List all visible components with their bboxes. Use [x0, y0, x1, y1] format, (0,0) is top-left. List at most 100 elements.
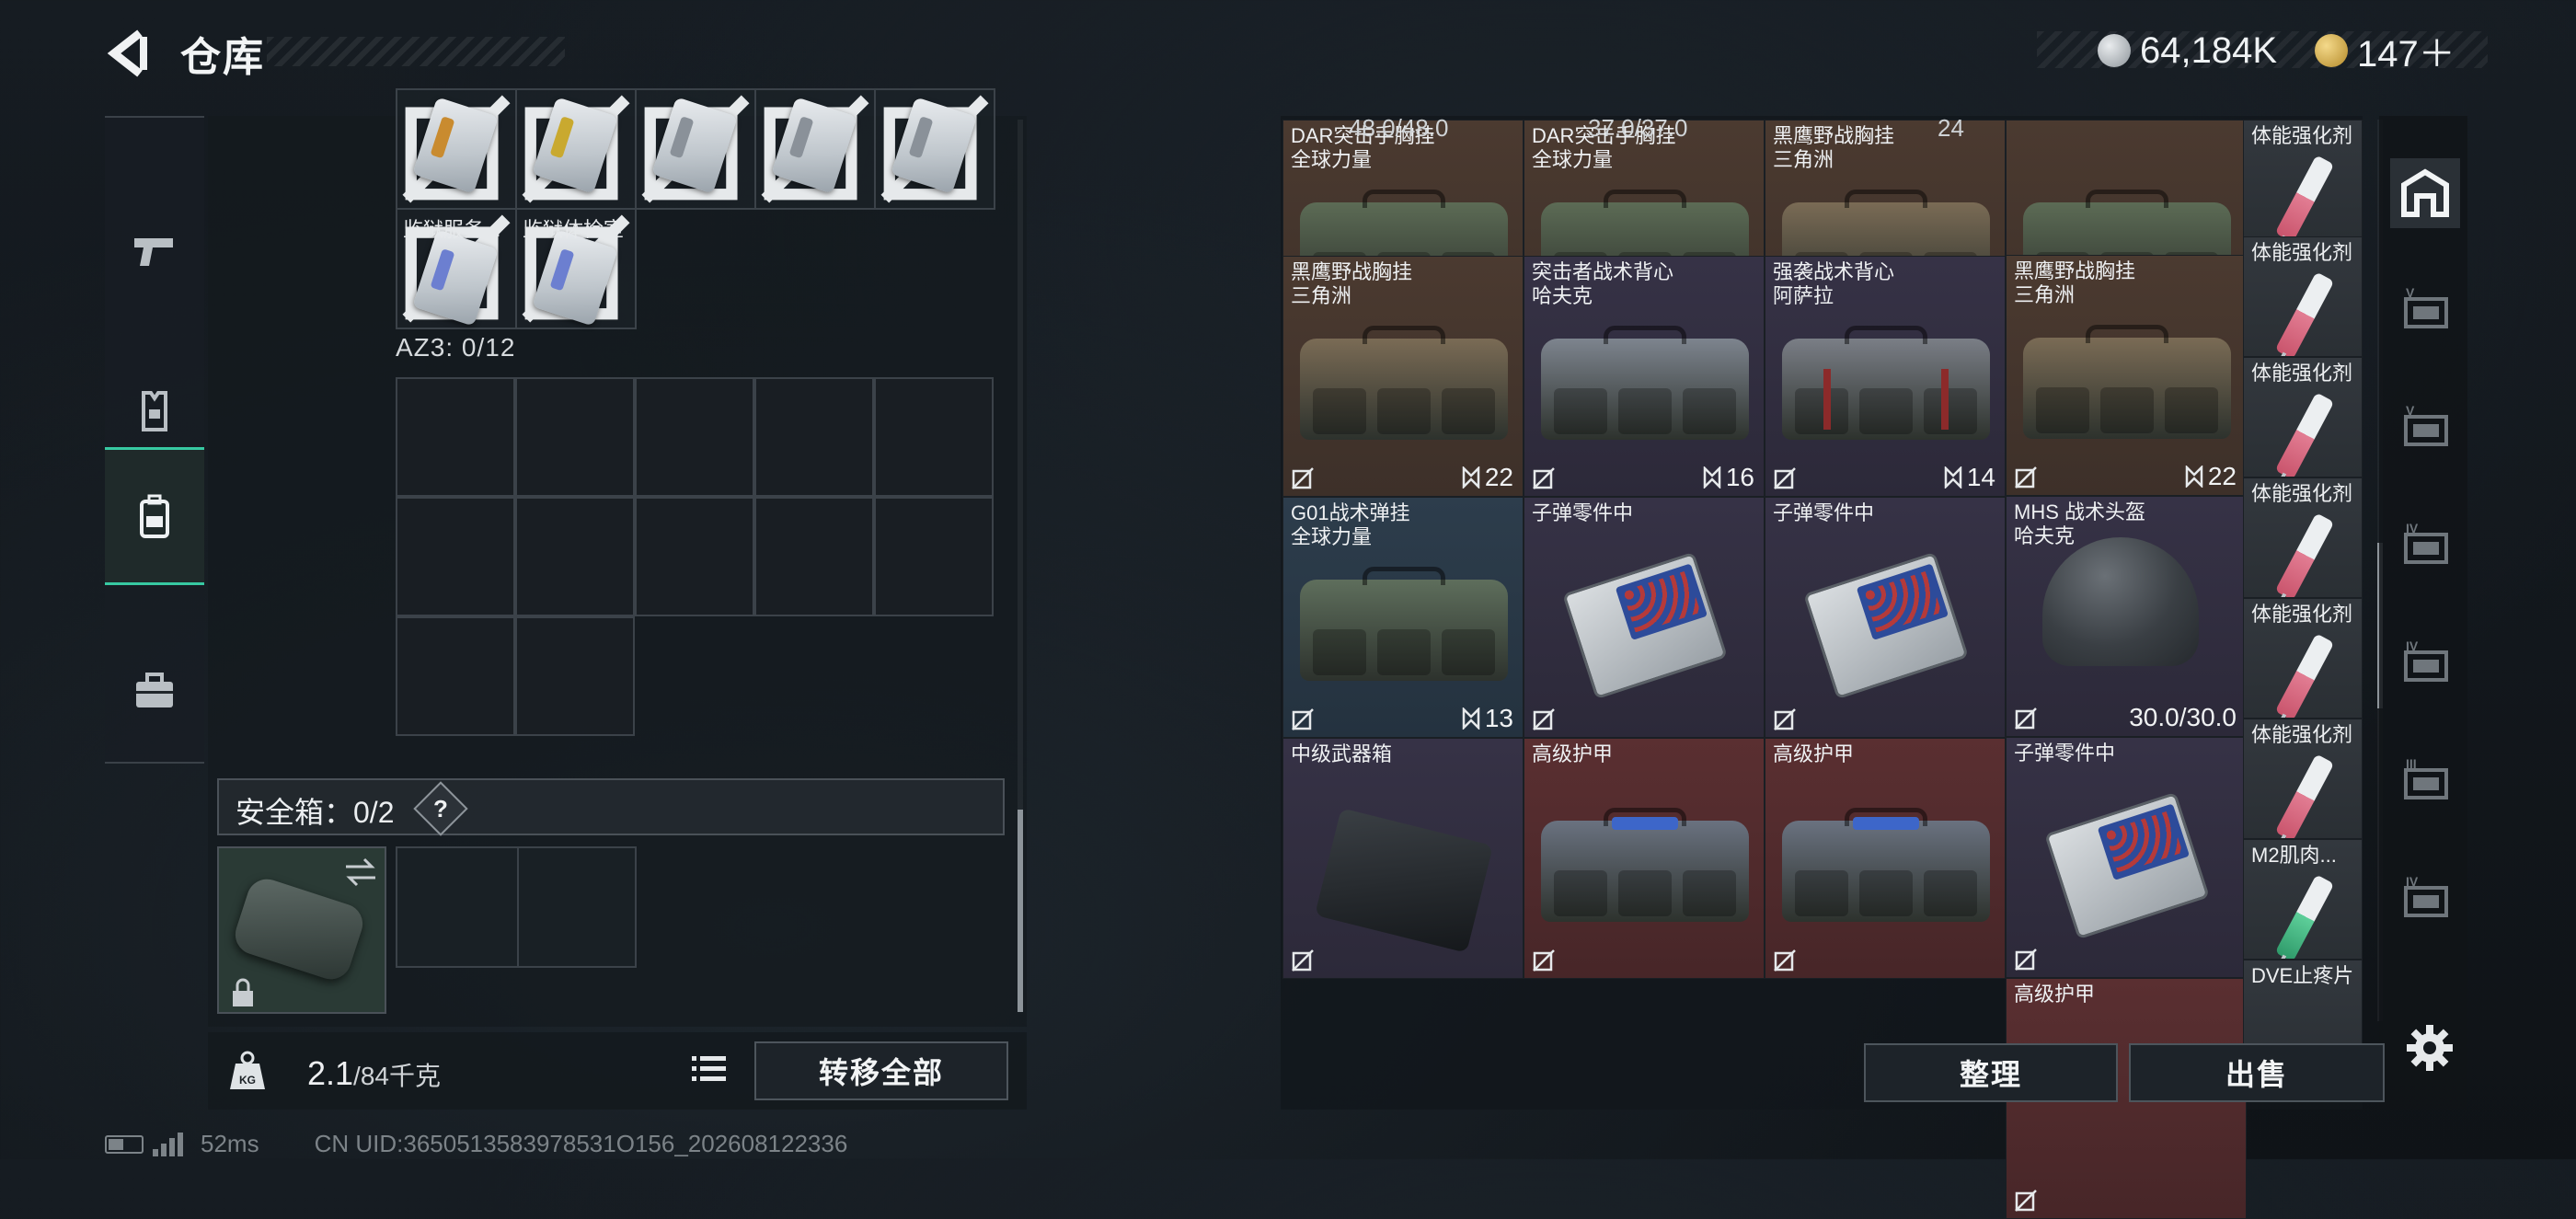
item-name: 体能强化剂: [2251, 482, 2353, 505]
safebox-slots[interactable]: [396, 846, 637, 968]
svg-text:IV: IV: [2406, 638, 2419, 653]
nav-weapons[interactable]: [105, 182, 204, 320]
item-durability: 22: [2184, 462, 2237, 491]
item-name: 子弹零件中: [1773, 501, 1875, 524]
item-name: 体能强化剂: [2251, 723, 2353, 746]
item-name: DVE止疼片: [2251, 964, 2354, 987]
storage-item[interactable]: 体能强化剂: [2243, 598, 2363, 719]
shelf-iii-icon: III: [2404, 756, 2448, 799]
item-name: 强袭战术背心 阿萨拉: [1773, 260, 1895, 307]
shelf-tab[interactable]: IV: [2390, 865, 2460, 935]
ammo-parts-image: [1562, 551, 1728, 699]
item-name: 子弹零件中: [1532, 501, 1634, 524]
storage-item[interactable]: 突击者战术背心 哈夫克 16: [1524, 256, 1765, 497]
storage-item[interactable]: 子弹零件中: [2006, 737, 2247, 978]
storage-shelf-bar: [2379, 116, 2467, 1110]
inventory-keycard[interactable]: 监狱体检室: [515, 208, 637, 329]
syringe-image: [2274, 633, 2335, 718]
inventory-keycard[interactable]: [396, 88, 517, 210]
storage-item[interactable]: 体能强化剂: [2243, 719, 2363, 839]
svg-text:III: III: [2406, 756, 2417, 771]
no-bind-icon: [1774, 708, 1796, 730]
sort-button[interactable]: 整理: [1864, 1043, 2118, 1102]
storage-item[interactable]: 体能强化剂: [2243, 357, 2363, 477]
transfer-all-button[interactable]: 转移全部: [754, 1041, 1008, 1100]
storage-item[interactable]: 子弹零件中: [1765, 497, 2006, 738]
container-slot[interactable]: [396, 616, 515, 736]
item-name: 高级护甲: [1773, 742, 1855, 765]
inventory-keycard[interactable]: [754, 88, 876, 210]
safebox-case[interactable]: [217, 846, 386, 1014]
currency-tickets[interactable]: 147＋: [2315, 28, 2455, 75]
container-slot[interactable]: [874, 377, 994, 497]
storage-item[interactable]: 强袭战术背心 阿萨拉 14: [1765, 256, 2006, 497]
item-name: 黑鹰野战胸挂 三角洲: [2014, 259, 2136, 306]
no-bind-icon: [2015, 707, 2037, 730]
shelf-tab[interactable]: V: [2390, 394, 2460, 464]
item-name: 子弹零件中: [2014, 742, 2116, 765]
inventory-keycard[interactable]: 监狱服务...: [396, 208, 517, 329]
partial-item-stat: 48.0/48.0: [1349, 114, 1449, 142]
sell-button[interactable]: 出售: [2129, 1043, 2385, 1102]
container-slot[interactable]: [635, 497, 754, 616]
toolbox-icon: [136, 673, 173, 707]
storage-item[interactable]: 黑鹰野战胸挂 三角洲 22: [2006, 255, 2247, 496]
battery-icon: [105, 1134, 144, 1154]
storage-item[interactable]: 体能强化剂: [2243, 236, 2363, 357]
gear-icon[interactable]: [2403, 1021, 2456, 1075]
no-bind-icon: [1774, 949, 1796, 972]
syringe-image: [2274, 874, 2335, 959]
chest-rig-image: [1541, 326, 1749, 441]
item-durability: 16: [1702, 463, 1754, 492]
currency-coins[interactable]: 64,184K: [2098, 28, 2277, 74]
inventory-keycard[interactable]: [515, 88, 637, 210]
container-slot[interactable]: [874, 497, 994, 616]
back-arrow-icon: [107, 29, 147, 77]
container-slot[interactable]: [515, 497, 635, 616]
storage-item[interactable]: 体能强化剂: [2243, 477, 2363, 598]
durability-icon: [1462, 707, 1480, 730]
storage-item[interactable]: 黑鹰野战胸挂 三角洲 22: [1282, 256, 1524, 497]
shelf-tab[interactable]: V: [2390, 276, 2460, 346]
container-slot[interactable]: [635, 377, 754, 497]
item-name: 体能强化剂: [2251, 241, 2353, 264]
list-view-icon[interactable]: [684, 1045, 732, 1093]
ticket-icon: [2315, 34, 2348, 67]
container-slot[interactable]: [515, 616, 635, 736]
storage-item[interactable]: 高级护甲: [1524, 738, 1765, 979]
container-slot[interactable]: [396, 377, 515, 497]
durability-icon: [1462, 466, 1480, 489]
storage-item[interactable]: 中级武器箱: [1282, 738, 1524, 979]
shelf-tab[interactable]: IV: [2390, 512, 2460, 581]
inventory-scrollbar[interactable]: [1018, 810, 1023, 1012]
shelf-v-icon: V: [2404, 285, 2448, 328]
back-button[interactable]: [103, 28, 155, 79]
inventory-keycard[interactable]: [874, 88, 995, 210]
no-bind-icon: [1533, 949, 1555, 972]
shelf-tab[interactable]: IV: [2390, 629, 2460, 699]
coin-icon: [2098, 34, 2131, 67]
shelf-tab[interactable]: [2390, 158, 2460, 228]
storage-item[interactable]: M2肌肉...: [2243, 839, 2363, 960]
item-name: 体能强化剂: [2251, 362, 2353, 385]
shelf-tab[interactable]: III: [2390, 747, 2460, 817]
chest-rig-image: [1782, 326, 1990, 441]
item-name: 高级护甲: [1532, 742, 1614, 765]
container-slot[interactable]: [754, 377, 874, 497]
inventory-keycard[interactable]: [635, 88, 756, 210]
swap-icon[interactable]: [342, 856, 379, 889]
storage-item[interactable]: 高级护甲: [1765, 738, 2006, 979]
storage-item[interactable]: 子弹零件中: [1524, 497, 1765, 738]
container-slot[interactable]: [754, 497, 874, 616]
syringe-image: [2274, 155, 2335, 239]
item-name: 黑鹰野战胸挂 三角洲: [1773, 124, 1895, 171]
lock-icon: [233, 978, 253, 1006]
nav-backpack[interactable]: [105, 447, 204, 585]
home-shelf-icon: [2401, 168, 2449, 217]
nav-toolbox[interactable]: [105, 622, 204, 760]
container-slot[interactable]: [515, 377, 635, 497]
storage-item[interactable]: G01战术弹挂 全球力量 13: [1282, 497, 1524, 738]
storage-item[interactable]: 体能强化剂: [2243, 120, 2363, 240]
container-slot[interactable]: [396, 497, 515, 616]
safebox-label: 安全箱：0/2: [236, 796, 395, 829]
